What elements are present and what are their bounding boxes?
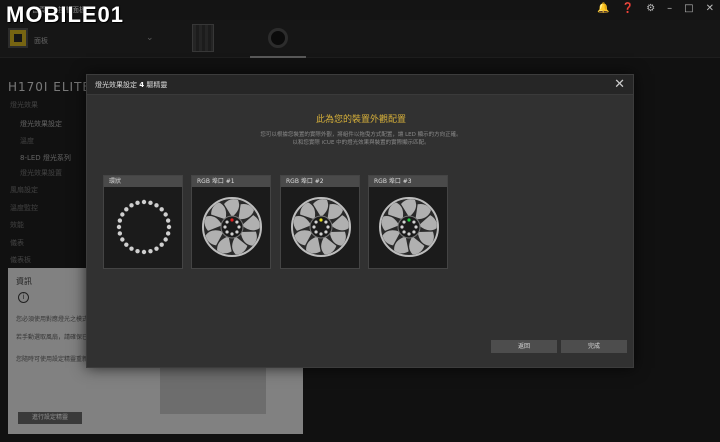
- led-dot: [312, 225, 316, 229]
- led-dot: [225, 230, 229, 234]
- led-dot: [314, 230, 318, 234]
- led-dot: [148, 200, 153, 206]
- led-dot: [225, 220, 229, 224]
- dialog-header: 燈光效果設定 4 驅精靈 ✕: [87, 75, 633, 95]
- led-dot: [237, 225, 241, 229]
- led-dot: [165, 218, 171, 223]
- setup-wizard-dialog: 燈光效果設定 4 驅精靈 ✕ 此為您的裝置外觀配置 您可以根據您裝置的實際外觀，…: [86, 74, 634, 368]
- led-dot: [412, 230, 416, 234]
- led-dot: [402, 220, 406, 224]
- finish-button[interactable]: 完成: [561, 340, 627, 353]
- led-dot: [124, 242, 129, 247]
- led-dot: [141, 249, 147, 255]
- card-label: RGB 埠口 #2: [281, 176, 359, 187]
- led-dot: [414, 225, 418, 229]
- bell-icon[interactable]: 🔔: [597, 3, 609, 14]
- dialog-title: 燈光效果設定 4 驅精靈: [95, 81, 168, 89]
- device-card-port-2[interactable]: RGB 埠口 #2: [280, 175, 360, 269]
- back-button[interactable]: 返回: [491, 340, 557, 353]
- close-icon[interactable]: ✕: [614, 77, 625, 92]
- maximize-icon[interactable]: □: [684, 3, 693, 14]
- dialog-heading: 此為您的裝置外觀配置: [315, 115, 406, 125]
- led-dot: [314, 220, 318, 224]
- fan-icon: [202, 197, 262, 257]
- help-icon[interactable]: ❓: [622, 3, 634, 14]
- led-dot: [141, 199, 147, 205]
- led-dot: [235, 230, 239, 234]
- led-dot: [117, 218, 123, 223]
- card-label: RGB 埠口 #3: [369, 176, 447, 187]
- led-dot: [326, 225, 330, 229]
- watermark-logo: MOBILE01: [6, 2, 125, 27]
- led-dot: [324, 220, 328, 224]
- led-dot: [135, 200, 140, 206]
- active-led-dot: [230, 218, 234, 222]
- led-dot: [163, 237, 168, 242]
- gear-icon[interactable]: ⚙: [646, 3, 655, 14]
- led-dot: [159, 242, 164, 247]
- fan-icon: [379, 197, 439, 257]
- fan-icon: [291, 197, 351, 257]
- led-dot: [129, 246, 134, 251]
- led-dot: [135, 248, 140, 254]
- led-dot: [154, 246, 159, 251]
- led-dot: [120, 237, 125, 242]
- led-dot: [124, 207, 129, 212]
- close-icon[interactable]: ✕: [706, 3, 714, 14]
- led-dot: [230, 232, 234, 236]
- led-dot: [319, 232, 323, 236]
- dialog-description: 以和您實際 iCUE 中的燈光效果與裝置的實際顯示匹配。: [292, 140, 430, 146]
- led-dot: [235, 220, 239, 224]
- led-dot: [412, 220, 416, 224]
- minimize-icon[interactable]: –: [667, 3, 672, 14]
- led-dot: [166, 224, 172, 230]
- led-dot: [120, 212, 125, 217]
- device-card-ring[interactable]: 環狀: [103, 175, 183, 269]
- device-card-port-1[interactable]: RGB 埠口 #1: [191, 175, 271, 269]
- led-dot: [163, 212, 168, 217]
- led-dot: [407, 232, 411, 236]
- led-dot: [129, 203, 134, 208]
- led-dot: [324, 230, 328, 234]
- led-dot: [154, 203, 159, 208]
- card-label: RGB 埠口 #1: [192, 176, 270, 187]
- led-dot: [116, 224, 122, 230]
- led-ring-icon: [116, 199, 172, 255]
- led-dot: [400, 225, 404, 229]
- led-dot: [223, 225, 227, 229]
- dialog-description: 您可以根據您裝置的實際外觀，將組件以拖曳方式配置，讓 LED 顯示的方向正確。: [260, 132, 462, 138]
- led-dot: [148, 248, 153, 254]
- led-dot: [402, 230, 406, 234]
- led-dot: [165, 231, 171, 236]
- active-led-dot: [407, 218, 411, 222]
- device-card-port-3[interactable]: RGB 埠口 #3: [368, 175, 448, 269]
- active-led-dot: [319, 218, 323, 222]
- card-label: 環狀: [104, 176, 182, 187]
- led-dot: [117, 231, 123, 236]
- window-controls: 🔔 ❓ ⚙ – □ ✕: [597, 3, 714, 14]
- led-dot: [159, 207, 164, 212]
